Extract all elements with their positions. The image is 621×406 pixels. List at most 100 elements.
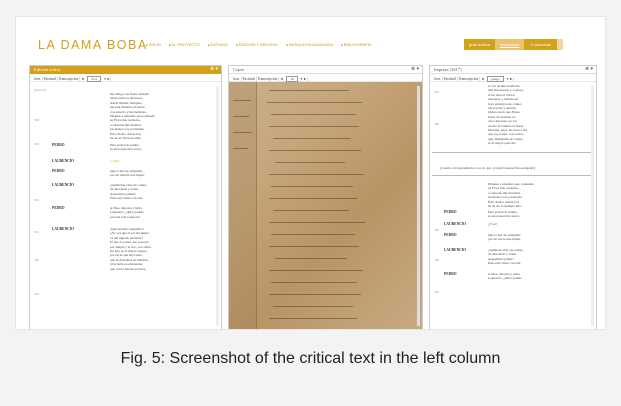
- column-controls-icon[interactable]: ⊗ ▾: [585, 66, 593, 72]
- page-select[interactable]: pliego: [487, 75, 504, 82]
- verse-block: lo ves de mis bendicias, mis descansado …: [488, 84, 528, 146]
- main-menu: INICIO EL PROYECTO ESTUDIO EDICIÓN Y ARC…: [146, 42, 372, 47]
- columns-selector[interactable]: 3 columnas: [524, 39, 557, 50]
- verse-block: ¿Quién has visto de comer, de descansar …: [110, 183, 147, 201]
- line-number: 385: [434, 228, 440, 232]
- page-select[interactable]: 19: [286, 75, 298, 82]
- line-number: 370: [434, 90, 440, 94]
- toolbar-links[interactable]: Jorn. | Facsímil | Transcripción | ◄: [434, 77, 484, 81]
- toolbar-links[interactable]: Jorn. | Facsímil | Transcripción | ◄: [233, 77, 283, 81]
- column-header: Impresa (1617) ⊗ ▾: [430, 66, 596, 74]
- nav-proyecto[interactable]: EL PROYECTO: [169, 42, 200, 47]
- column-toolbar: Jorn. | Facsímil | Transcripción | ◄ 9/2…: [30, 74, 221, 82]
- site-title[interactable]: LA DAMA BOBA: [38, 38, 148, 52]
- speaker-name: PEDRO: [444, 210, 457, 214]
- verse-block: ¿Quién ha visto de comer, de descansar y…: [488, 248, 524, 266]
- page-select[interactable]: 9/21: [87, 75, 102, 82]
- app-window: LA DAMA BOBA INICIO EL PROYECTO ESTUDIO …: [15, 16, 606, 330]
- handwriting-line: [271, 234, 355, 236]
- column-controls-icon[interactable]: ⊗ ▾: [411, 66, 419, 72]
- top-navigation: LA DAMA BOBA INICIO EL PROYECTO ESTUDIO …: [16, 17, 605, 64]
- handwriting-line: [271, 186, 353, 188]
- speaker-name: PEDRO: [52, 169, 65, 173]
- speaker-name: PEDRO: [444, 272, 457, 276]
- handwriting-line: [233, 132, 252, 134]
- column-title: Edición crítica: [34, 67, 61, 72]
- nav-bibliografia[interactable]: BIBLIOGRAFÍA: [341, 42, 372, 47]
- column-controls-icon[interactable]: ⊗ ▾: [210, 66, 218, 72]
- speaker-name: LAURENCIO: [444, 248, 466, 252]
- handwriting-line: [269, 150, 361, 152]
- column-header: Copia ⊗ ▾: [229, 66, 422, 74]
- verse-block: Para probar tu estella, es una respectiv…: [488, 210, 520, 219]
- line-number: 525: [34, 292, 40, 296]
- nav-inicio[interactable]: INICIO: [146, 42, 161, 47]
- figure-caption: Fig. 5: Screenshot of the critical text …: [120, 350, 501, 367]
- critical-text: [Q3/e37] 500 505 510 515 520 525 me obli…: [30, 82, 221, 329]
- speaker-name: PEDRO: [444, 233, 457, 237]
- printed-edition-column: Impresa (1617) ⊗ ▾ Jorn. | Facsímil | Tr…: [429, 65, 597, 329]
- verse-block: ¡Qué necesito enganitos! ¿No ves que el …: [110, 227, 152, 271]
- printed-text: 370 380 385 390 395 lo ves de mis bendic…: [430, 82, 596, 329]
- section-divider: [432, 152, 592, 153]
- column-title: Impresa (1617): [434, 67, 462, 72]
- speaker-name: LAURENCIO: [52, 159, 74, 163]
- handwriting-line: [269, 294, 361, 296]
- handwriting-line: [273, 306, 353, 308]
- handwriting-line: [269, 198, 357, 200]
- critical-edition-column: Edición crítica ⊗ ▾ Jorn. | Facsímil | T…: [29, 65, 222, 329]
- speaker-name: LAURENCIO: [52, 183, 74, 187]
- handwriting-line: [273, 210, 349, 212]
- verse-block: Para probar tu estella, es una respectiv…: [110, 143, 142, 152]
- column-title: Copia: [233, 67, 244, 72]
- speaker-name: LAURENCIO: [52, 227, 74, 231]
- speaker-name: PEDRO: [52, 143, 65, 147]
- column-header: Edición crítica ⊗ ▾: [30, 66, 221, 74]
- facsimile-page: [229, 82, 422, 329]
- nav-estudio[interactable]: ESTUDIO: [208, 42, 228, 47]
- nav-edicion[interactable]: EDICIÓN Y ARCHIVO: [236, 42, 278, 47]
- handwriting-line: [275, 258, 347, 260]
- speaker-name: LAURENCIO: [444, 222, 466, 226]
- reading-guide-button[interactable]: guía lectura: [464, 39, 495, 50]
- nav-busqueda[interactable]: BÚSQUEDA AVANZADA: [286, 42, 333, 47]
- handwriting-line: [269, 90, 349, 92]
- copy-column: Copia ⊗ ▾ Jorn. | Facsímil | Transcripci…: [228, 65, 423, 329]
- line-number: 390: [434, 258, 440, 262]
- verse-block: me obliga con fuerte armada libras en ll…: [110, 92, 156, 141]
- columns-dropdown-icon[interactable]: [556, 39, 563, 50]
- next-arrow-icon[interactable]: ▾ ►|: [301, 77, 308, 81]
- handwriting-line: [273, 138, 351, 140]
- line-number: 520: [34, 258, 40, 262]
- handwriting-line: [269, 126, 359, 128]
- line-number: 515: [34, 230, 40, 234]
- verse-block[interactable]: ¿Cuál?: [110, 159, 119, 163]
- next-arrow-icon[interactable]: ▾ ►|: [507, 77, 514, 81]
- line-number: 380: [434, 122, 440, 126]
- column-toolbar: Jorn. | Facsímil | Transcripción | ◄ pli…: [430, 74, 596, 82]
- handwriting-line: [269, 222, 365, 224]
- next-arrow-icon[interactable]: ▾ ►|: [104, 77, 111, 81]
- verse-block: A Nise, discreta y bella, Laurencio, ¿de…: [110, 206, 144, 219]
- handwriting-line: [233, 116, 249, 118]
- line-number: 505: [34, 142, 40, 146]
- line-number: 510: [34, 198, 40, 202]
- line-number: 500: [34, 118, 40, 122]
- line-number: 395: [434, 290, 440, 294]
- view-tools: guía lectura manuscrito 3 columnas: [464, 39, 563, 50]
- speaker-name: PEDRO: [52, 206, 65, 210]
- manuscript-button[interactable]: manuscrito: [494, 39, 525, 50]
- manuscript-image: [229, 82, 422, 329]
- handwriting-line: [275, 162, 345, 164]
- verse-block: Que te has de arrepentir, por ser necia …: [488, 233, 522, 242]
- handwriting-line: [269, 174, 364, 176]
- handwriting-line: [233, 148, 248, 150]
- toolbar-links[interactable]: Jorn. | Facsímil | Transcripción | ◄: [34, 77, 84, 81]
- verse-block: A Nise, discreta y bella, Laurencio, ¿de…: [488, 272, 522, 281]
- column-scrollbar[interactable]: [216, 86, 219, 326]
- handwriting-line: [233, 100, 251, 102]
- column-scrollbar[interactable]: [417, 86, 420, 326]
- line-number: [Q3/e37]: [34, 88, 47, 92]
- handwriting-line: [269, 246, 359, 248]
- column-scrollbar[interactable]: [591, 86, 594, 326]
